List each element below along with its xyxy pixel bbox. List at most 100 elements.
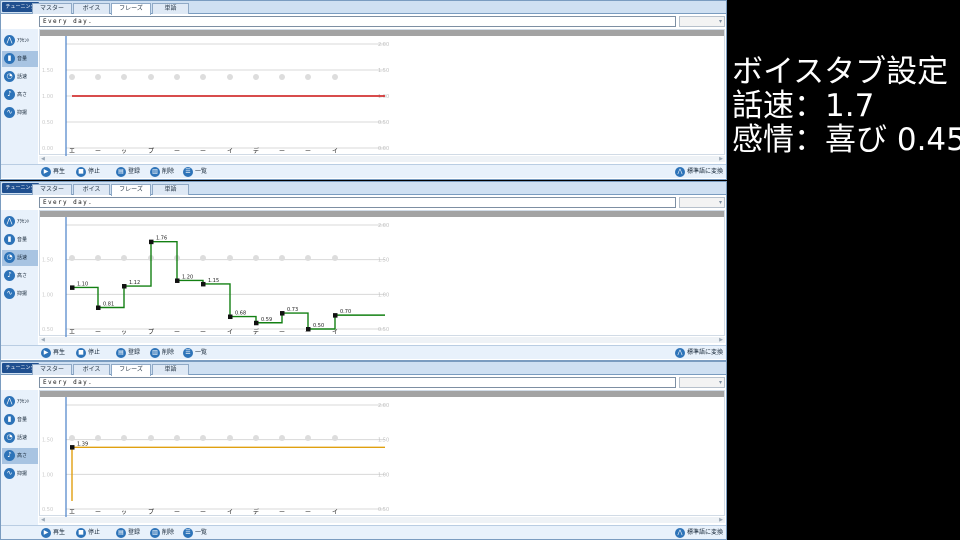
speed-value-label: 0.68 (235, 311, 246, 317)
tab-master[interactable]: マスター (32, 3, 72, 14)
save-icon: ▤ (116, 348, 126, 358)
y-tick-label-left: 1.00 (42, 472, 53, 478)
y-tick-label-left: 1.50 (42, 438, 53, 444)
save-icon: ▤ (116, 528, 126, 538)
pitch-value-label: 1.39 (77, 441, 88, 447)
scroll-left-icon[interactable]: ◀ (41, 156, 45, 162)
list-icon: ☰ (183, 167, 193, 177)
stop-icon: ■ (76, 528, 86, 538)
list-icon: ☰ (183, 348, 193, 358)
preset-dropdown[interactable] (679, 16, 725, 27)
text-input[interactable]: Every day. (39, 197, 676, 208)
tab-word[interactable]: 単語 (152, 184, 189, 195)
y-tick-label: 0.50 (378, 120, 389, 126)
sidebar-item-intonation[interactable]: ∿ 抑揚 (2, 286, 38, 302)
play-icon: ▶ (41, 528, 51, 538)
sidebar-item-volume[interactable]: ▮ 音量 (2, 412, 38, 428)
placeholder-dot (305, 74, 311, 80)
kana-label: ー (305, 148, 311, 155)
list-label: 一覧 (195, 168, 208, 175)
speed-value-label: 0.73 (287, 307, 298, 313)
sidebar-item-volume[interactable]: ▮ 音量 (2, 232, 38, 248)
sidebar-item-label: 抑揚 (17, 471, 28, 477)
kana-label: ッ (121, 148, 127, 155)
kana-label: ー (174, 509, 180, 516)
placeholder-dot (95, 255, 101, 261)
speed-point[interactable] (70, 285, 75, 290)
scroll-right-icon[interactable]: ▶ (719, 337, 723, 343)
speed-point[interactable] (201, 281, 206, 287)
y-tick-label-left: 0.50 (42, 120, 53, 126)
tab-voice[interactable]: ボイス (73, 364, 110, 375)
tab-phrase[interactable]: フレーズ (111, 364, 151, 376)
tab-phrase[interactable]: フレーズ (111, 184, 151, 196)
sidebar-item-label: ｱｸｾﾝﾄ (17, 38, 30, 44)
speed-point[interactable] (175, 278, 180, 283)
parameter-graph[interactable]: 2.00 1.50 1.00 0.50 0.00 1.50 1.00 0.50 0.00 エ ー ッ プ… (39, 29, 726, 156)
horizontal-scrollbar[interactable]: ◀ ▶ (39, 337, 725, 343)
pitch-point[interactable] (70, 445, 75, 450)
placeholder-dot (200, 74, 206, 80)
tab-word[interactable]: 単語 (152, 3, 189, 14)
kana-label: デ (253, 147, 259, 155)
speed-point[interactable] (228, 314, 233, 320)
y-tick-label-left: 0.50 (42, 327, 53, 333)
sidebar-item-pitch[interactable]: ♪ 高さ (2, 268, 38, 284)
parameter-graph[interactable]: 2.00 1.50 1.00 0.50 1.50 1.00 0.50 1.39 エ ー ッ プ ー ー イ デ… (39, 390, 726, 517)
speed-point[interactable] (149, 239, 154, 245)
preset-dropdown[interactable] (679, 197, 725, 208)
y-tick-label: 0.50 (378, 327, 389, 333)
placeholder-dot (174, 74, 180, 80)
speed-point[interactable] (333, 313, 338, 318)
scroll-left-icon[interactable]: ◀ (41, 337, 45, 343)
parameter-graph[interactable]: 2.00 1.50 1.00 0.50 1.50 1.00 0.50 1.10 0.81 1.12… (39, 210, 726, 337)
graph-canvas[interactable]: 2.00 1.50 1.00 0.50 0.00 1.50 1.00 0.50 0.00 エ ー ッ プ… (40, 30, 726, 156)
graph-canvas[interactable]: 2.00 1.50 1.00 0.50 1.50 1.00 0.50 1.39 エ ー ッ プ ー ー イ デ… (40, 391, 726, 517)
scroll-left-icon[interactable]: ◀ (41, 517, 45, 523)
convert-icon: ⋀ (675, 167, 685, 177)
sidebar-item-label: 高さ (17, 453, 28, 459)
tab-phrase[interactable]: フレーズ (111, 3, 151, 15)
annotation-speed: 話速：1.7 (732, 88, 875, 124)
sidebar-item-accent[interactable]: ⋀ ｱｸｾﾝﾄ (2, 394, 38, 410)
placeholder-dot (121, 435, 127, 441)
tab-master[interactable]: マスター (32, 184, 72, 195)
scroll-right-icon[interactable]: ▶ (719, 156, 723, 162)
intonation-icon: ∿ (4, 107, 15, 118)
sidebar-item-accent[interactable]: ⋀ ｱｸｾﾝﾄ (2, 33, 38, 49)
horizontal-scrollbar[interactable]: ◀ ▶ (39, 156, 725, 162)
tab-bar: チューニング マスター ボイス フレーズ 単語 (1, 182, 726, 196)
speed-point[interactable] (280, 311, 285, 316)
speed-point[interactable] (122, 284, 127, 289)
y-tick-label: 0.00 (378, 146, 389, 152)
sidebar-item-speed[interactable]: ◔ 話速 (2, 430, 38, 446)
sidebar-item-speed[interactable]: ◔ 話速 (2, 250, 38, 266)
tab-master[interactable]: マスター (32, 364, 72, 375)
text-input[interactable]: Every day. (39, 377, 676, 388)
sidebar-item-accent[interactable]: ⋀ ｱｸｾﾝﾄ (2, 214, 38, 230)
convert-label: 標準語に変換 (687, 529, 724, 536)
speed-point[interactable] (96, 305, 101, 311)
tab-voice[interactable]: ボイス (73, 3, 110, 14)
speed-icon: ◔ (4, 71, 15, 82)
pitch-icon: ♪ (4, 450, 15, 461)
sidebar-item-intonation[interactable]: ∿ 抑揚 (2, 466, 38, 482)
tab-word[interactable]: 単語 (152, 364, 189, 375)
horizontal-scrollbar[interactable]: ◀ ▶ (39, 517, 725, 523)
graph-canvas[interactable]: 2.00 1.50 1.00 0.50 1.50 1.00 0.50 1.10 0.81 1.12… (40, 211, 726, 337)
convert-icon: ⋀ (675, 528, 685, 538)
sidebar-item-pitch[interactable]: ♪ 高さ (2, 448, 38, 464)
text-input[interactable]: Every day. (39, 16, 676, 27)
sidebar-item-volume[interactable]: ▮ 音量 (2, 51, 38, 67)
speed-point[interactable] (254, 320, 259, 326)
control-bar: ▶ 再生 ■ 停止 ▤ 登録 ▥ 削除 ☰ 一覧 ⋀ 標準語に変換 (1, 345, 726, 359)
sidebar-item-pitch[interactable]: ♪ 高さ (2, 87, 38, 103)
sidebar-item-intonation[interactable]: ∿ 抑揚 (2, 105, 38, 121)
sidebar-item-speed[interactable]: ◔ 話速 (2, 69, 38, 85)
preset-dropdown[interactable] (679, 377, 725, 388)
scroll-right-icon[interactable]: ▶ (719, 517, 723, 523)
annotation-emotion: 感情：喜び 0.45 (732, 122, 960, 158)
placeholder-dot (95, 74, 101, 80)
tab-voice[interactable]: ボイス (73, 184, 110, 195)
kana-label: プ (148, 509, 154, 516)
